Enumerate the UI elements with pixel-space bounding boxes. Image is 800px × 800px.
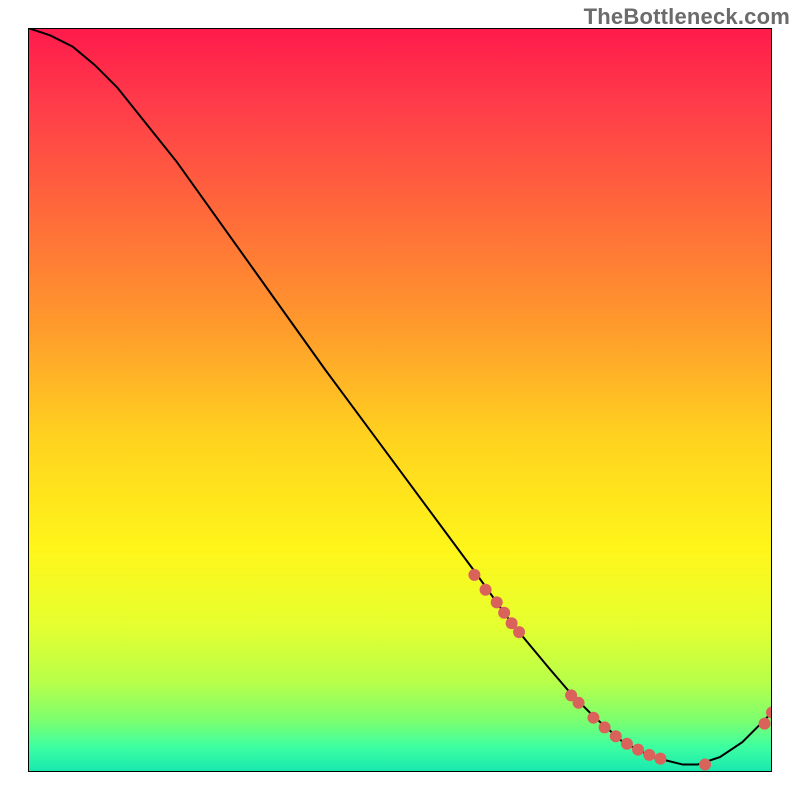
- scatter-point: [480, 584, 492, 596]
- scatter-point: [498, 607, 510, 619]
- plot-area: [28, 28, 772, 772]
- watermark-label: TheBottleneck.com: [584, 4, 790, 30]
- scatter-point: [654, 753, 666, 765]
- scatter-point: [643, 749, 655, 761]
- chart-container: TheBottleneck.com: [0, 0, 800, 800]
- scatter-point: [759, 718, 771, 730]
- scatter-point: [610, 730, 622, 742]
- scatter-point: [632, 744, 644, 756]
- scatter-point: [599, 721, 611, 733]
- gradient-background: [28, 28, 772, 772]
- scatter-point: [699, 759, 711, 771]
- scatter-point: [468, 569, 480, 581]
- scatter-point: [491, 596, 503, 608]
- scatter-point: [587, 712, 599, 724]
- scatter-point: [573, 697, 585, 709]
- scatter-point: [621, 738, 633, 750]
- chart-svg: [28, 28, 772, 772]
- scatter-point: [513, 626, 525, 638]
